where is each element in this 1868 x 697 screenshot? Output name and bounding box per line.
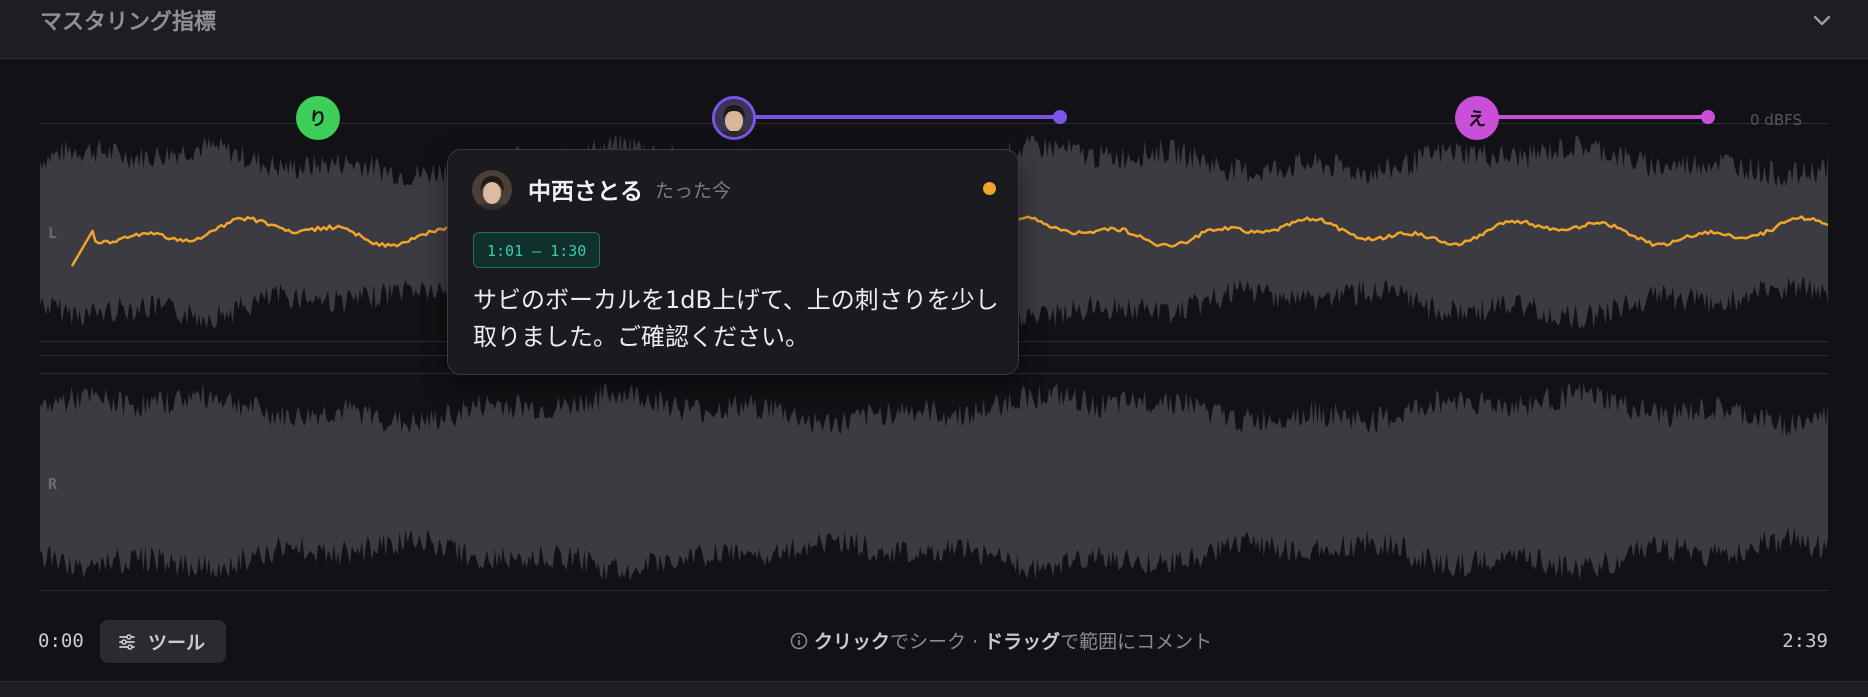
channel-label-right: R — [48, 475, 58, 493]
section-header[interactable]: マスタリング指標 — [0, 0, 1868, 59]
info-icon — [790, 632, 808, 649]
unread-status-dot — [983, 182, 996, 195]
comment-range-handle[interactable] — [1053, 110, 1067, 124]
comment-body: サビのボーカルを1dB上げて、上の刺さりを少し取りました。ご確認ください。 — [473, 286, 999, 351]
hint-seek: でシーク · — [890, 631, 985, 653]
sliders-icon — [119, 633, 135, 650]
comment-author: 中西さとる — [528, 179, 643, 205]
comment-popover[interactable]: 中西さとる たった今 1:01 – 1:30 サビのボーカルを1dB上げて、上の… — [447, 149, 1019, 375]
hint-range: で範囲にコメント — [1060, 631, 1213, 653]
user-avatar-icon — [715, 99, 753, 137]
waveform-right[interactable] — [40, 384, 1828, 580]
bottom-panel-edge — [0, 681, 1868, 697]
timeline-baseline — [40, 590, 1828, 591]
playhead-start-time: 0:00 — [38, 630, 84, 652]
hint-drag: ドラッグ — [984, 631, 1061, 653]
comment-range-handle[interactable] — [1701, 110, 1715, 124]
comment-time-range[interactable]: 1:01 – 1:30 — [473, 232, 601, 268]
comment-range-bar[interactable] — [1496, 115, 1710, 119]
comment-marker-e[interactable]: え — [1455, 96, 1499, 140]
comment-marker-ri[interactable]: り — [296, 96, 340, 140]
marker-initial: え — [1468, 109, 1486, 130]
hint-click: クリック — [814, 631, 891, 653]
author-avatar — [472, 170, 512, 210]
track-duration: 2:39 — [1782, 630, 1828, 652]
comment-marker-avatar[interactable] — [712, 96, 756, 140]
chevron-down-icon[interactable] — [1810, 8, 1834, 32]
tools-label: ツール — [148, 632, 206, 654]
user-avatar-icon — [472, 170, 512, 210]
usage-hint: クリックでシーク · ドラッグで範囲にコメント — [790, 627, 1212, 654]
section-title: マスタリング指標 — [40, 10, 217, 35]
tools-button[interactable]: ツール — [100, 620, 226, 663]
marker-initial: り — [309, 109, 327, 130]
zero-dbfs-label: 0 dBFS — [1749, 111, 1802, 129]
comment-timestamp: たった今 — [655, 180, 732, 202]
comment-range-bar[interactable] — [754, 115, 1060, 119]
